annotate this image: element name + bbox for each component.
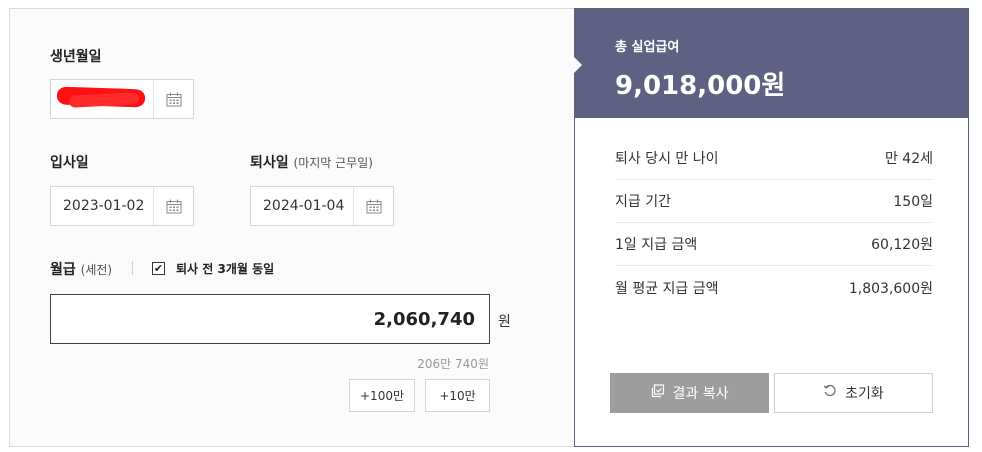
result-row-period: 지급 기간 150일 [615,180,933,223]
reset-label: 초기화 [845,386,884,402]
result-row-label: 퇴사 당시 만 나이 [615,151,719,167]
salary-input[interactable]: 2,060,740 [50,294,490,344]
total-benefit-value: 9,018,000원 [615,71,786,101]
same-3months-checkbox[interactable]: ✔ [152,262,165,275]
same-3months-label[interactable]: 퇴사 전 3개월 동일 [176,260,274,277]
result-row-label: 월 평균 지급 금액 [615,280,719,297]
salary-label: 월급 (세전) [50,259,112,279]
calendar-icon[interactable] [353,187,393,225]
salary-sublabel: (세전) [80,263,113,277]
leave-date-value[interactable]: 2024-01-04 [251,187,353,225]
calendar-icon[interactable] [153,187,193,225]
birth-date-value[interactable] [51,80,153,118]
salary-unit: 원 [498,314,511,330]
check-icon: ✔ [153,262,164,275]
leave-date-sublabel: (마지막 근무일) [293,156,373,170]
calendar-icon[interactable] [153,80,193,118]
add-100k-button[interactable]: +10만 [425,379,490,412]
result-row-label: 1일 지급 금액 [615,237,698,253]
result-row-value: 만 42세 [884,151,933,167]
panel-notch [574,57,582,73]
result-row-value: 60,120원 [871,237,933,253]
reset-button[interactable]: 초기화 [774,373,933,413]
salary-hint: 206만 740원 [417,357,489,371]
total-benefit-label: 총 실업급여 [615,40,680,55]
label-divider [132,261,133,275]
input-panel: 생년월일 입사일 2023-01-02 퇴사일 (마지막 근무일) 2024-0… [9,8,575,447]
result-row-age: 퇴사 당시 만 나이 만 42세 [615,137,933,180]
result-row-label: 지급 기간 [615,194,671,210]
birth-date-label: 생년월일 [50,49,102,65]
refresh-icon [823,384,837,402]
leave-date-label: 퇴사일 (마지막 근무일) [250,152,373,172]
result-row-value: 150일 [893,194,933,210]
birth-date-field[interactable] [50,79,194,119]
result-row-daily: 1일 지급 금액 60,120원 [615,223,933,266]
leave-date-field[interactable]: 2024-01-04 [250,186,394,226]
unemployment-benefit-calculator: 생년월일 입사일 2023-01-02 퇴사일 (마지막 근무일) 2024-0… [9,8,969,447]
join-date-field[interactable]: 2023-01-02 [50,186,194,226]
join-date-label: 입사일 [50,155,89,171]
salary-label-text: 월급 [50,262,76,278]
result-header: 총 실업급여 9,018,000원 [575,9,968,118]
join-date-value[interactable]: 2023-01-02 [51,187,153,225]
result-panel: 총 실업급여 9,018,000원 퇴사 당시 만 나이 만 42세 지급 기간… [574,8,969,447]
add-1m-button[interactable]: +100만 [349,379,415,412]
result-row-value: 1,803,600원 [848,280,933,297]
result-row-monthly: 월 평균 지급 금액 1,803,600원 [615,266,933,309]
copy-result-label: 결과 복사 [672,386,729,402]
copy-icon [651,384,665,402]
copy-result-button[interactable]: 결과 복사 [610,373,769,413]
leave-date-label-text: 퇴사일 [250,155,289,171]
